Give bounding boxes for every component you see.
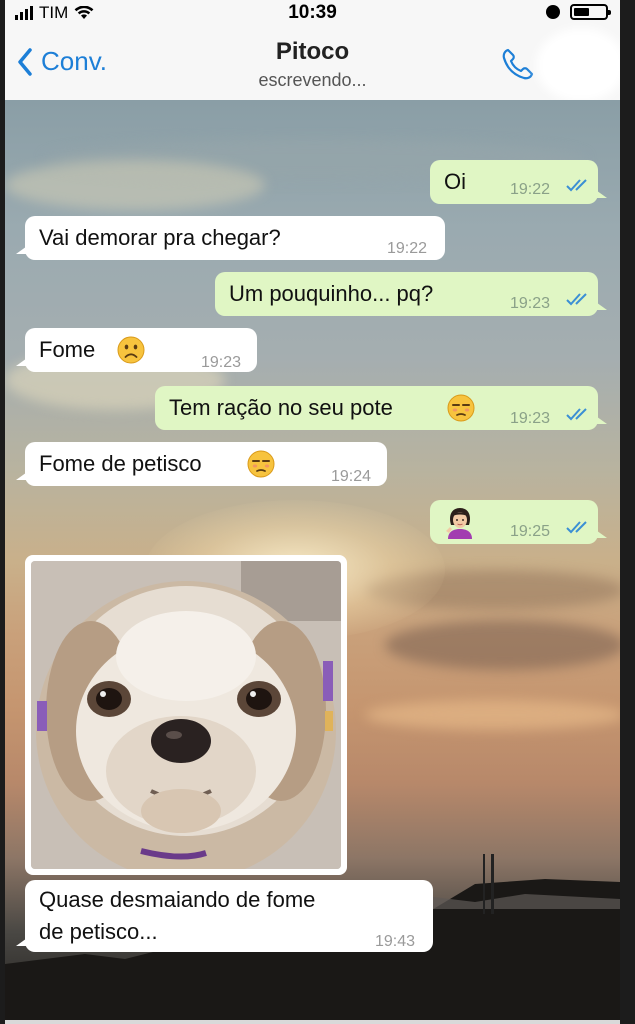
read-ticks-icon [566, 521, 587, 534]
message-time: 19:23 [510, 295, 551, 312]
message-incoming[interactable]: Quase desmaiando de fome de petisco... 1… [16, 880, 433, 952]
chat-screen: TIM 10:39 Conv. Pitoco escrevendo... Oi … [5, 0, 620, 1024]
message-text: Um pouquinho... pq? [229, 281, 434, 306]
unamused-face-icon [247, 450, 275, 478]
alarm-icon [546, 5, 560, 19]
message-text: Oi [444, 169, 466, 194]
message-time: 19:22 [387, 240, 428, 257]
status-right [546, 4, 611, 20]
avatar[interactable] [544, 36, 618, 94]
photo-message[interactable] [25, 555, 347, 875]
unamused-face-icon [447, 394, 475, 422]
frowning-face-icon [117, 336, 145, 364]
phone-icon[interactable] [500, 46, 536, 82]
status-bar: TIM 10:39 [5, 0, 620, 26]
message-time: 19:22 [510, 181, 551, 198]
read-ticks-icon [566, 408, 587, 421]
message-text: Fome de petisco [39, 451, 202, 476]
message-time: 19:23 [201, 354, 242, 371]
message-incoming[interactable]: Vai demorar pra chegar? 19:22 [16, 216, 445, 260]
message-incoming[interactable]: Fome de petisco 19:24 [16, 442, 387, 486]
status-time: 10:39 [288, 2, 337, 23]
message-text-line1: Quase desmaiando de fome [39, 887, 316, 912]
message-incoming[interactable]: Fome 19:23 [16, 328, 257, 372]
message-time: 19:23 [510, 410, 551, 427]
bottom-divider [5, 1020, 620, 1024]
battery-icon [570, 4, 611, 20]
dog-photo[interactable] [31, 561, 341, 869]
message-outgoing[interactable]: 19:25 [430, 500, 607, 544]
read-ticks-icon [566, 179, 587, 192]
message-outgoing[interactable]: Tem ração no seu pote 19:23 [155, 386, 607, 430]
message-text: Vai demorar pra chegar? [39, 225, 281, 250]
message-outgoing[interactable]: Um pouquinho... pq? 19:23 [215, 272, 607, 316]
chat-header: Conv. Pitoco escrevendo... [5, 26, 620, 101]
message-time: 19:43 [375, 933, 416, 950]
message-time: 19:25 [510, 523, 551, 540]
message-text: Fome [39, 337, 96, 362]
message-text: Tem ração no seu pote [169, 395, 393, 420]
woman-shrugging-icon [446, 508, 472, 539]
message-text-line2: de petisco... [39, 919, 158, 944]
chat-background: Oi 19:22 Vai demorar pra chegar? 19:22 U… [5, 100, 620, 1024]
message-time: 19:24 [331, 468, 372, 485]
message-outgoing[interactable]: Oi 19:22 [430, 160, 607, 204]
read-ticks-icon [566, 293, 587, 306]
